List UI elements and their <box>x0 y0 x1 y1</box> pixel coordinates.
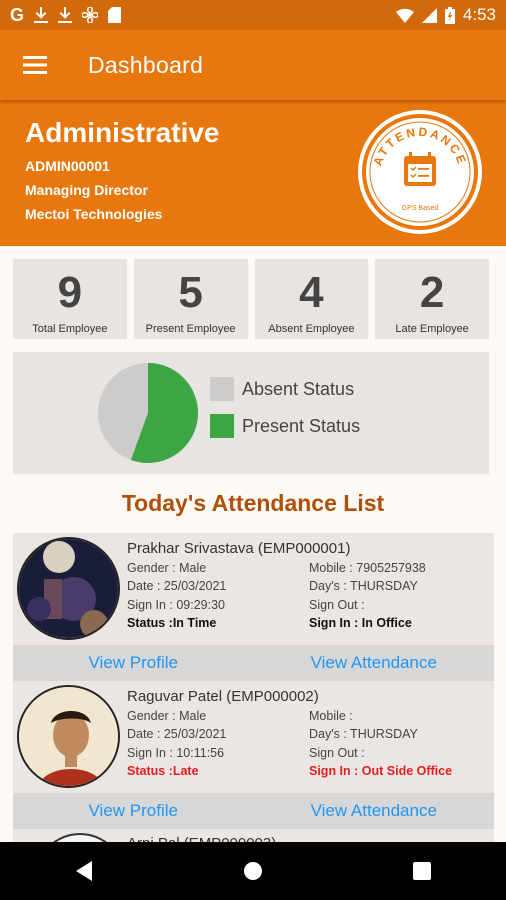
page-title: Dashboard <box>88 51 204 78</box>
employee-card: Prakhar Srivastava (EMP000001) Gender : … <box>13 533 494 681</box>
home-icon[interactable] <box>242 860 264 882</box>
legend-label: Present Status <box>242 415 361 436</box>
download-icon <box>34 7 49 23</box>
attendance-pie-chart <box>98 363 199 463</box>
sdcard-icon <box>108 7 122 23</box>
employee-gender: Gender : Male <box>127 709 207 723</box>
employee-sign-out: Sign Out : <box>309 598 365 612</box>
stat-label: Total Employee <box>32 323 108 335</box>
stat-present-employee[interactable]: 5 Present Employee <box>133 259 248 339</box>
legend-present: Present Status <box>210 414 360 438</box>
view-profile-button[interactable]: View Profile <box>13 645 254 681</box>
employee-card: Raguvar Patel (EMP000002) Gender : Male … <box>13 681 494 829</box>
download-icon <box>58 7 73 23</box>
employee-status: Status :In Time <box>127 616 217 630</box>
logo-subtitle: GPS Based <box>402 205 439 212</box>
employee-sign-in-location: Sign In : In Office <box>309 616 412 630</box>
employee-mobile: Mobile : <box>309 709 353 723</box>
employee-sign-out: Sign Out : <box>309 746 365 760</box>
user-company: Mectoi Technologies <box>25 206 163 222</box>
section-title: Today's Attendance List <box>121 490 385 516</box>
stat-label: Late Employee <box>395 323 469 335</box>
stat-label: Absent Employee <box>268 323 355 335</box>
stat-value: 4 <box>299 268 324 317</box>
stat-value: 5 <box>178 268 203 317</box>
legend-swatch <box>210 414 234 438</box>
app-bar: Dashboard <box>0 30 506 100</box>
employee-actions: View Profile View Attendance <box>13 793 494 829</box>
back-icon[interactable] <box>74 860 94 882</box>
profile-header: Administrative ADMIN00001 Managing Direc… <box>0 100 506 246</box>
system-nav-bar <box>0 842 506 900</box>
employee-sign-in: Sign In : 10:11:56 <box>127 746 225 760</box>
stat-total-employee[interactable]: 9 Total Employee <box>13 259 127 339</box>
wifi-icon <box>395 8 414 23</box>
employee-sign-in-location: Sign In : Out Side Office <box>309 764 453 778</box>
avatar <box>17 685 120 788</box>
stats-row: 9 Total Employee 5 Present Employee 4 Ab… <box>13 259 489 339</box>
employee-sign-in: Sign In : 09:29:30 <box>127 598 225 612</box>
legend-absent: Absent Status <box>210 377 354 401</box>
stat-value: 9 <box>57 268 83 317</box>
employee-mobile: Mobile : 7905257938 <box>309 561 426 575</box>
attendance-pie-card: Absent Status Present Status <box>13 352 489 474</box>
status-bar: G 4:53 <box>0 0 506 30</box>
employee-name: Prakhar Srivastava (EMP000001) <box>127 540 351 557</box>
fan-icon <box>82 7 99 23</box>
employee-day: Day's : THURSDAY <box>309 579 418 593</box>
employee-actions: View Profile View Attendance <box>13 645 494 681</box>
clock: 4:53 <box>462 5 496 24</box>
battery-icon <box>444 6 455 24</box>
user-name: Administrative <box>25 117 220 148</box>
stat-late-employee[interactable]: 2 Late Employee <box>375 259 489 339</box>
signal-icon <box>421 7 437 23</box>
employee-status: Status :Late <box>127 764 199 778</box>
employee-day: Day's : THURSDAY <box>309 727 418 741</box>
stat-value: 2 <box>419 268 445 317</box>
recents-icon[interactable] <box>412 861 432 881</box>
user-id: ADMIN00001 <box>25 158 110 174</box>
g-icon: G <box>10 4 25 25</box>
legend-label: Absent Status <box>242 378 355 399</box>
employee-name: Raguvar Patel (EMP000002) <box>127 688 319 705</box>
avatar <box>17 537 120 640</box>
employee-gender: Gender : Male <box>127 561 207 575</box>
view-profile-button[interactable]: View Profile <box>13 793 254 829</box>
hamburger-menu-icon[interactable] <box>0 30 70 100</box>
stat-absent-employee[interactable]: 4 Absent Employee <box>254 259 369 339</box>
view-attendance-button[interactable]: View Attendance <box>254 793 495 829</box>
employee-date: Date : 25/03/2021 <box>127 727 227 741</box>
stat-label: Present Employee <box>145 323 236 335</box>
legend-swatch <box>210 377 234 401</box>
user-designation: Managing Director <box>25 182 148 198</box>
employee-date: Date : 25/03/2021 <box>127 579 227 593</box>
attendance-logo: ATTENDANCE GPS Based <box>358 110 482 234</box>
view-attendance-button[interactable]: View Attendance <box>254 645 495 681</box>
